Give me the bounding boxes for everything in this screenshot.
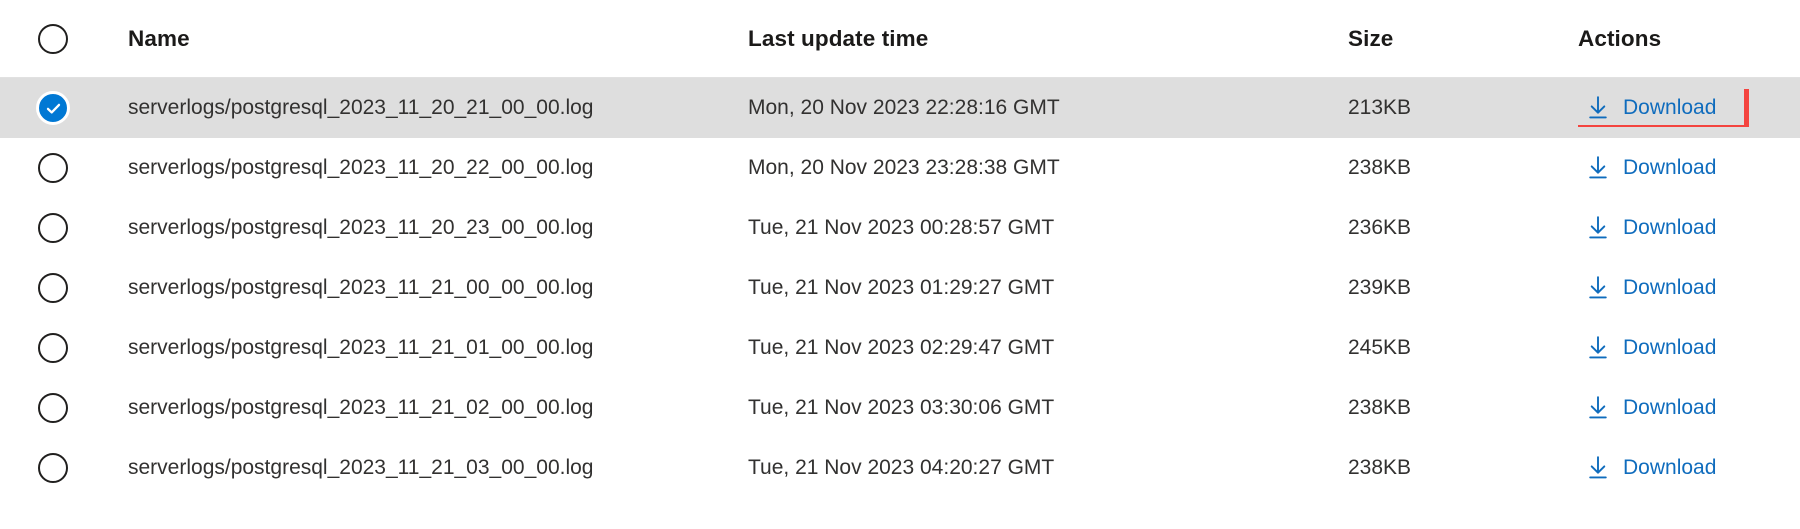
download-arrow-icon [1586,455,1610,481]
row-actions-cell: Download [1578,329,1800,367]
download-button[interactable]: Download [1578,209,1726,247]
table-row[interactable]: serverlogs/postgresql_2023_11_21_01_00_0… [0,318,1800,378]
download-action-wrapper: Download [1578,209,1726,247]
download-button[interactable]: Download [1578,149,1726,187]
table-row[interactable]: serverlogs/postgresql_2023_11_21_00_00_0… [0,258,1800,318]
row-actions-cell: Download [1578,89,1800,127]
row-actions-cell: Download [1578,149,1800,187]
select-all-cell[interactable] [0,23,128,54]
table-header-row: Name Last update time Size Actions [0,0,1800,78]
row-select-cell[interactable] [0,153,128,183]
file-size: 239KB [1348,276,1412,299]
last-update-time: Tue, 21 Nov 2023 02:29:47 GMT [748,336,1055,359]
file-size: 213KB [1348,96,1412,119]
download-button[interactable]: Download [1578,389,1726,427]
unchecked-circle-icon[interactable] [38,393,68,423]
table-row[interactable]: serverlogs/postgresql_2023_11_21_03_00_0… [0,438,1800,498]
download-button[interactable]: Download [1578,89,1726,127]
last-update-time: Tue, 21 Nov 2023 03:30:06 GMT [748,396,1055,419]
row-select-cell[interactable] [0,91,128,125]
row-actions-cell: Download [1578,449,1800,487]
column-header-last-update-time[interactable]: Last update time [748,26,1348,52]
download-label: Download [1623,216,1717,239]
download-action-wrapper: Download [1578,449,1726,487]
download-button[interactable]: Download [1578,449,1726,487]
column-header-actions: Actions [1578,25,1662,51]
download-label: Download [1623,96,1717,119]
file-size: 238KB [1348,396,1412,419]
download-arrow-icon [1586,335,1610,361]
table-row[interactable]: serverlogs/postgresql_2023_11_20_22_00_0… [0,138,1800,198]
file-name: serverlogs/postgresql_2023_11_20_23_00_0… [128,216,594,239]
table-row[interactable]: serverlogs/postgresql_2023_11_20_23_00_0… [0,198,1800,258]
row-select-cell[interactable] [0,393,128,423]
download-action-wrapper: Download [1578,149,1726,187]
table-body: serverlogs/postgresql_2023_11_20_21_00_0… [0,78,1800,498]
download-arrow-icon [1586,95,1610,121]
row-select-cell[interactable] [0,213,128,243]
file-size: 245KB [1348,336,1412,359]
last-update-time: Mon, 20 Nov 2023 22:28:16 GMT [748,96,1060,119]
unchecked-circle-icon[interactable] [38,153,68,183]
row-actions-cell: Download [1578,209,1800,247]
checked-circle-icon[interactable] [36,91,70,125]
download-arrow-icon [1586,275,1610,301]
row-select-cell[interactable] [0,333,128,363]
unchecked-circle-icon[interactable] [38,453,68,483]
download-label: Download [1623,396,1717,419]
download-button[interactable]: Download [1578,329,1726,367]
download-arrow-icon [1586,395,1610,421]
column-header-name[interactable]: Name [128,26,748,52]
file-name: serverlogs/postgresql_2023_11_21_01_00_0… [128,336,594,359]
last-update-time: Tue, 21 Nov 2023 04:20:27 GMT [748,456,1055,479]
last-update-time: Mon, 20 Nov 2023 23:28:38 GMT [748,156,1060,179]
column-header-size[interactable]: Size [1348,26,1578,52]
unchecked-circle-icon[interactable] [38,23,68,54]
download-label: Download [1623,456,1717,479]
file-name: serverlogs/postgresql_2023_11_20_22_00_0… [128,156,594,179]
file-name: serverlogs/postgresql_2023_11_21_02_00_0… [128,396,594,419]
file-name: serverlogs/postgresql_2023_11_20_21_00_0… [128,96,594,119]
download-label: Download [1623,156,1717,179]
file-list-table: Name Last update time Size Actions serve… [0,0,1800,529]
row-actions-cell: Download [1578,389,1800,427]
last-update-time: Tue, 21 Nov 2023 01:29:27 GMT [748,276,1055,299]
row-actions-cell: Download [1578,269,1800,307]
unchecked-circle-icon[interactable] [38,273,68,303]
download-action-wrapper: Download [1578,269,1726,307]
table-row[interactable]: serverlogs/postgresql_2023_11_21_02_00_0… [0,378,1800,438]
file-size: 238KB [1348,156,1412,179]
download-label: Download [1623,336,1717,359]
download-label: Download [1623,276,1717,299]
file-name: serverlogs/postgresql_2023_11_21_00_00_0… [128,276,594,299]
download-action-wrapper: Download [1578,329,1726,367]
download-arrow-icon [1586,215,1610,241]
file-size: 238KB [1348,456,1412,479]
download-arrow-icon [1586,155,1610,181]
last-update-time: Tue, 21 Nov 2023 00:28:57 GMT [748,216,1055,239]
download-button[interactable]: Download [1578,269,1726,307]
file-size: 236KB [1348,216,1412,239]
download-action-wrapper: Download [1578,89,1749,127]
file-name: serverlogs/postgresql_2023_11_21_03_00_0… [128,456,594,479]
download-action-wrapper: Download [1578,389,1726,427]
row-select-cell[interactable] [0,453,128,483]
row-select-cell[interactable] [0,273,128,303]
table-row[interactable]: serverlogs/postgresql_2023_11_20_21_00_0… [0,78,1800,138]
unchecked-circle-icon[interactable] [38,333,68,363]
unchecked-circle-icon[interactable] [38,213,68,243]
